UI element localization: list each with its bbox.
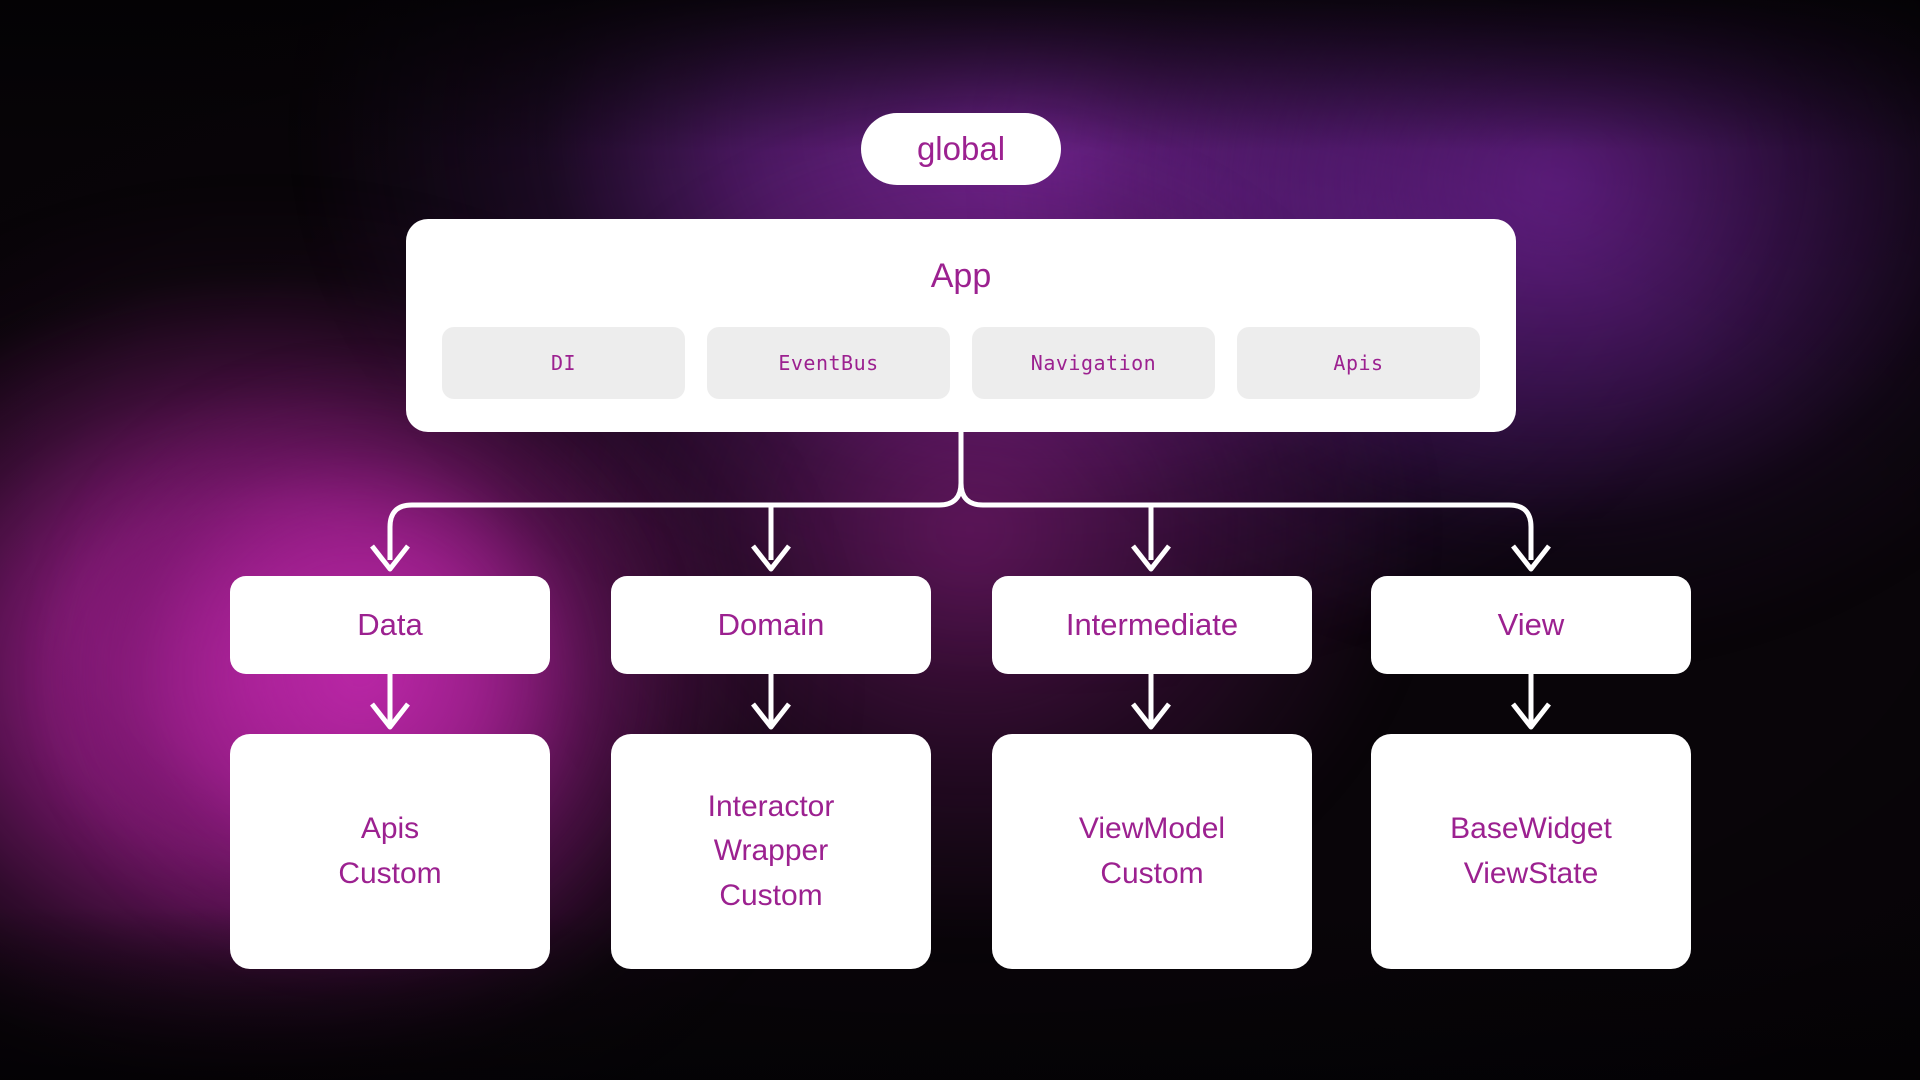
- chip-eventbus-label: EventBus: [778, 351, 879, 375]
- node-layer-view[interactable]: View: [1371, 576, 1691, 674]
- node-detail-data[interactable]: Apis Custom: [230, 734, 550, 969]
- node-global[interactable]: global: [861, 113, 1061, 185]
- chip-apis[interactable]: Apis: [1237, 327, 1480, 399]
- chip-navigation-label: Navigation: [1030, 351, 1157, 375]
- node-layer-data-label: Data: [357, 607, 423, 642]
- card-app-chip-row: DI EventBus Navigation Apis: [406, 293, 1516, 399]
- node-detail-domain-line-3: Custom: [719, 878, 823, 912]
- node-detail-data-lines: Apis Custom: [338, 807, 441, 896]
- node-detail-view-line-2: ViewState: [1463, 856, 1599, 890]
- node-detail-data-line-2: Custom: [338, 856, 442, 890]
- chip-di[interactable]: DI: [442, 327, 685, 399]
- chip-navigation[interactable]: Navigation: [972, 327, 1215, 399]
- node-detail-domain-line-1: Interactor: [707, 789, 835, 823]
- connector-bus-left: [387, 482, 964, 560]
- card-app-title: App: [930, 257, 992, 295]
- connector-bus-right: [958, 482, 1534, 560]
- node-layer-intermediate[interactable]: Intermediate: [992, 576, 1312, 674]
- node-detail-intermediate[interactable]: ViewModel Custom: [992, 734, 1312, 969]
- node-detail-data-line-1: Apis: [360, 812, 420, 846]
- node-detail-intermediate-line-2: Custom: [1100, 856, 1204, 890]
- node-layer-domain-label: Domain: [717, 607, 825, 642]
- diagram-canvas: global App DI EventBus Navigation Apis D…: [0, 0, 1920, 1080]
- node-layer-data[interactable]: Data: [230, 576, 550, 674]
- chip-eventbus[interactable]: EventBus: [707, 327, 950, 399]
- node-detail-domain[interactable]: Interactor Wrapper Custom: [611, 734, 931, 969]
- chip-apis-label: Apis: [1333, 351, 1384, 375]
- node-layer-intermediate-label: Intermediate: [1065, 607, 1239, 642]
- node-layer-domain[interactable]: Domain: [611, 576, 931, 674]
- node-detail-view[interactable]: BaseWidget ViewState: [1371, 734, 1691, 969]
- node-detail-view-lines: BaseWidget ViewState: [1450, 807, 1612, 896]
- node-detail-intermediate-lines: ViewModel Custom: [1079, 807, 1225, 896]
- node-global-label: global: [916, 130, 1006, 167]
- chip-di-label: DI: [550, 351, 577, 375]
- node-detail-view-line-1: BaseWidget: [1450, 812, 1612, 846]
- node-layer-view-label: View: [1497, 607, 1565, 642]
- card-app[interactable]: App DI EventBus Navigation Apis: [406, 219, 1516, 432]
- node-detail-domain-line-2: Wrapper: [713, 834, 829, 868]
- node-detail-intermediate-line-1: ViewModel: [1078, 812, 1226, 846]
- node-detail-domain-lines: Interactor Wrapper Custom: [708, 785, 835, 918]
